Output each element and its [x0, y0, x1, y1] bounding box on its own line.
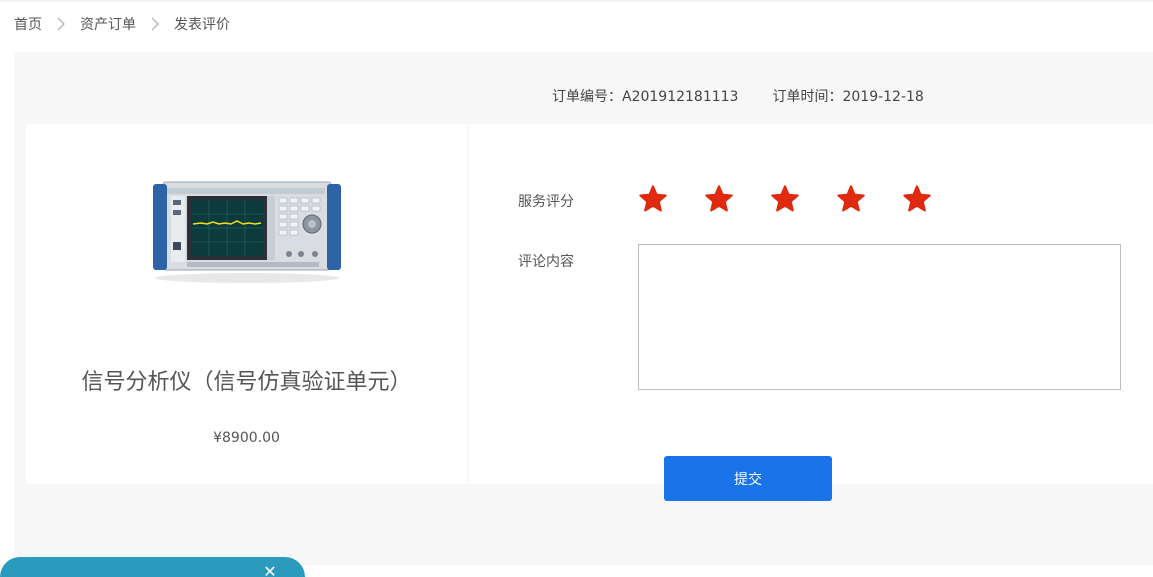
- signal-analyzer-image: [149, 168, 345, 284]
- top-divider: [0, 0, 1153, 2]
- chevron-right-icon: [42, 16, 80, 32]
- breadcrumb-asset-orders[interactable]: 资产订单: [80, 14, 136, 34]
- star-icon[interactable]: [770, 184, 800, 214]
- review-panel: 订单编号：A201912181113 订单时间：2019-12-18 信号分析仪…: [14, 52, 1153, 565]
- breadcrumb-home[interactable]: 首页: [14, 14, 42, 34]
- star-icon[interactable]: [704, 184, 734, 214]
- product-price: ¥8900.00: [213, 430, 280, 446]
- comment-label: 评论内容: [518, 254, 574, 270]
- close-icon[interactable]: ✕: [262, 564, 278, 577]
- order-time: 订单时间：2019-12-18: [772, 89, 924, 105]
- star-icon[interactable]: [902, 184, 932, 214]
- breadcrumb: 首页 资产订单 发表评价: [14, 14, 230, 34]
- star-icon[interactable]: [836, 184, 866, 214]
- product-card: 信号分析仪（信号仿真验证单元） ¥8900.00: [26, 124, 467, 484]
- breadcrumb-post-review: 发表评价: [174, 17, 230, 33]
- product-name: 信号分析仪（信号仿真验证单元）: [81, 370, 412, 395]
- submit-button[interactable]: 提交: [664, 456, 832, 501]
- floating-service-bar[interactable]: [0, 557, 305, 577]
- rating-label: 服务评分: [518, 194, 574, 210]
- star-rating: [638, 184, 932, 214]
- comment-input[interactable]: [638, 244, 1121, 390]
- order-number: 订单编号：A201912181113: [552, 89, 739, 105]
- star-icon[interactable]: [638, 184, 668, 214]
- order-info: 订单编号：A201912181113 订单时间：2019-12-18: [552, 86, 924, 106]
- review-form: 服务评分 评论内容: [469, 124, 1153, 484]
- chevron-right-icon: [136, 16, 174, 32]
